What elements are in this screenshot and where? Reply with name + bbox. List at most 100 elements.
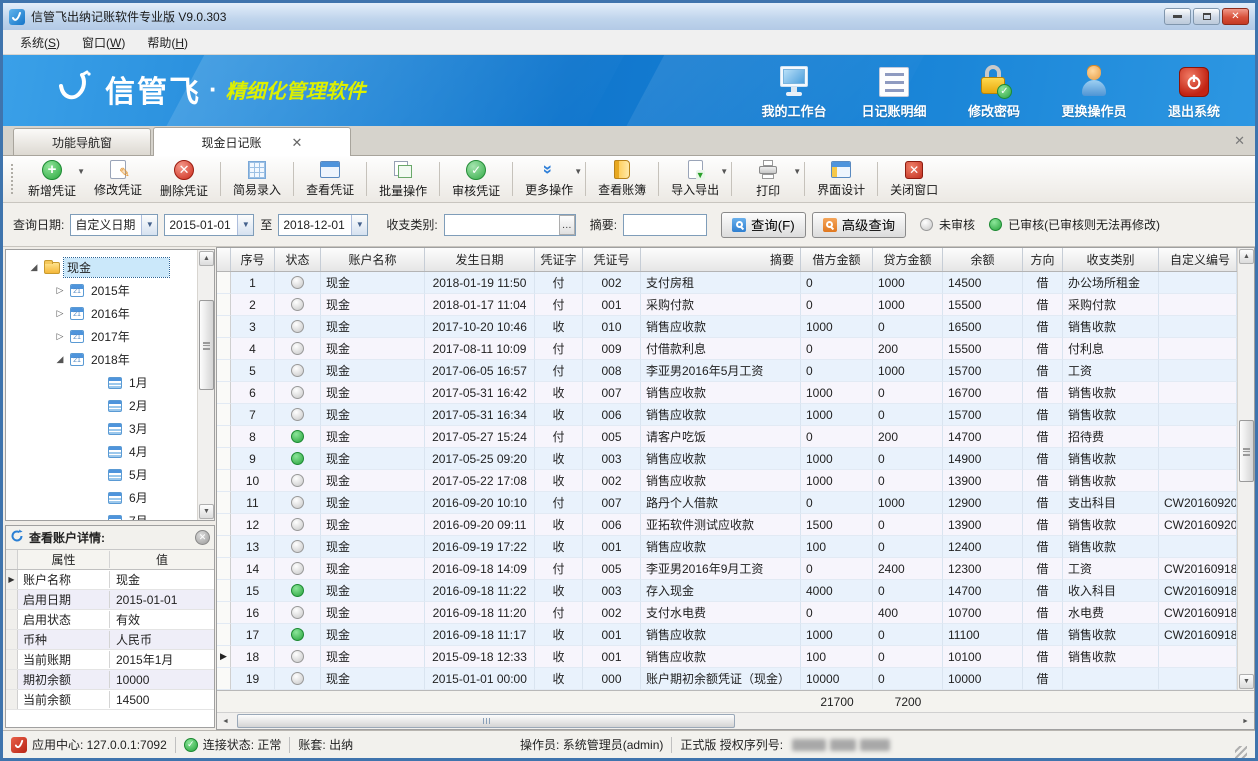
table-row[interactable]: 9现金2017-05-25 09:20收003销售应收款1000014900借销… — [217, 448, 1237, 470]
refresh-icon[interactable] — [10, 529, 24, 546]
table-row[interactable]: 3现金2017-10-20 10:46收010销售应收款1000016500借销… — [217, 316, 1237, 338]
column-header-凭证字[interactable]: 凭证字 — [535, 248, 583, 271]
column-header-发生日期[interactable]: 发生日期 — [425, 248, 535, 271]
detail-row[interactable]: 启用状态有效 — [6, 610, 214, 630]
chevron-down-icon[interactable]: ▼ — [793, 167, 801, 176]
detail-header-value[interactable]: 值 — [110, 551, 214, 568]
column-header-凭证号[interactable]: 凭证号 — [583, 248, 641, 271]
tree-expander-icon[interactable]: ▷ — [54, 308, 66, 319]
table-row[interactable]: 19现金2015-01-01 00:00收000账户期初余额凭证（现金）1000… — [217, 668, 1237, 690]
date-mode-select[interactable]: 自定义日期▼ — [70, 214, 158, 236]
resize-grip[interactable] — [1235, 746, 1247, 758]
tree-expander-icon[interactable]: ◢ — [28, 262, 40, 273]
column-header-借方金额[interactable]: 借方金额 — [801, 248, 873, 271]
detail-row[interactable]: ▶账户名称现金 — [6, 570, 214, 590]
tab-strip-close-icon[interactable]: ✕ — [1234, 133, 1245, 149]
horizontal-scrollbar[interactable]: ◄ ► — [217, 712, 1254, 729]
header-action-change-password[interactable]: ✓修改密码 — [961, 63, 1027, 120]
tab-nav[interactable]: 功能导航窗 — [13, 128, 151, 155]
category-lookup-button[interactable]: … — [559, 215, 575, 235]
column-header-自定义编号[interactable]: 自定义编号 — [1159, 248, 1237, 271]
tree-node-root[interactable]: ◢现金 — [28, 256, 197, 279]
table-scrollbar[interactable]: ▲ ▼ — [1237, 248, 1254, 690]
column-header-收支类别[interactable]: 收支类别 — [1063, 248, 1159, 271]
tree-node-year-2015年[interactable]: ▷2015年 — [54, 279, 197, 302]
toolbar-button-add-voucher[interactable]: +新增凭证▼ — [19, 158, 85, 200]
tree-expander-icon[interactable]: ▷ — [54, 331, 66, 342]
menu-item-system[interactable]: 系统(S) — [11, 31, 69, 54]
menu-item-window[interactable]: 窗口(W) — [73, 31, 134, 54]
detail-row[interactable]: 启用日期2015-01-01 — [6, 590, 214, 610]
tree-node-month-2月[interactable]: 2月 — [92, 394, 197, 417]
horizontal-scrollbar-thumb[interactable] — [237, 714, 735, 728]
table-row[interactable]: 4现金2017-08-11 10:09付009付借款利息020015500借付利… — [217, 338, 1237, 360]
tab-cash-journal[interactable]: 现金日记账✕ — [153, 127, 351, 156]
minimize-button[interactable] — [1164, 8, 1191, 25]
menu-item-help[interactable]: 帮助(H) — [138, 31, 197, 54]
column-header-方向[interactable]: 方向 — [1023, 248, 1063, 271]
detail-header-attr[interactable]: 属性 — [18, 551, 110, 568]
table-row[interactable]: 15现金2016-09-18 11:22收003存入现金4000014700借收… — [217, 580, 1237, 602]
toolbar-button-print[interactable]: 打印▼ — [735, 158, 801, 200]
table-row[interactable]: 10现金2017-05-22 17:08收002销售应收款1000013900借… — [217, 470, 1237, 492]
search-button[interactable]: 查询(F) — [721, 212, 806, 238]
detail-close-icon[interactable]: ✕ — [195, 530, 210, 545]
toolbar-button-view-books[interactable]: 查看账簿 — [589, 158, 655, 200]
chevron-down-icon[interactable]: ▼ — [237, 215, 253, 235]
chevron-down-icon[interactable]: ▼ — [720, 167, 728, 176]
chevron-down-icon[interactable]: ▼ — [77, 167, 85, 176]
tree-node-year-2016年[interactable]: ▷2016年 — [54, 302, 197, 325]
table-row[interactable]: 14现金2016-09-18 14:09付005李亚男2016年9月工资0240… — [217, 558, 1237, 580]
toolbar-button-batch-operate[interactable]: 批量操作 — [370, 158, 436, 200]
scroll-down-icon[interactable]: ▼ — [1239, 674, 1254, 689]
header-action-workbench[interactable]: 我的工作台 — [761, 63, 827, 120]
toolbar-button-edit-voucher[interactable]: 修改凭证 — [85, 158, 151, 200]
tree-node-month-1月[interactable]: 1月 — [92, 371, 197, 394]
table-row[interactable]: 17现金2016-09-18 11:17收001销售应收款1000011100借… — [217, 624, 1237, 646]
detail-row[interactable]: 币种人民币 — [6, 630, 214, 650]
scroll-left-icon[interactable]: ◄ — [218, 714, 233, 728]
tree-node-year-2018年[interactable]: ◢2018年 — [54, 348, 197, 371]
table-row[interactable]: ▶18现金2015-09-18 12:33收001销售应收款100010100借… — [217, 646, 1237, 668]
column-header-序号[interactable]: 序号 — [231, 248, 275, 271]
detail-row[interactable]: 当前账期2015年1月 — [6, 650, 214, 670]
column-header-账户名称[interactable]: 账户名称 — [321, 248, 425, 271]
detail-row[interactable]: 期初余额10000 — [6, 670, 214, 690]
chevron-down-icon[interactable]: ▼ — [574, 167, 582, 176]
header-action-exit-system[interactable]: 退出系统 — [1161, 63, 1227, 120]
scroll-right-icon[interactable]: ► — [1238, 714, 1253, 728]
table-row[interactable]: 2现金2018-01-17 11:04付001采购付款0100015500借采购… — [217, 294, 1237, 316]
toolbar-button-ui-design[interactable]: 界面设计 — [808, 158, 874, 200]
header-action-switch-operator[interactable]: 更换操作员 — [1061, 63, 1127, 120]
date-to-select[interactable]: 2018-12-01▼ — [278, 214, 368, 236]
close-button[interactable]: ✕ — [1222, 8, 1249, 25]
tree-node-year-2017年[interactable]: ▷2017年 — [54, 325, 197, 348]
toolbar-button-import-export[interactable]: 导入导出▼ — [662, 158, 728, 200]
tree-node-month-3月[interactable]: 3月 — [92, 417, 197, 440]
tree-node-month-5月[interactable]: 5月 — [92, 463, 197, 486]
scroll-up-icon[interactable]: ▲ — [1239, 249, 1254, 264]
tab-close-icon[interactable]: ✕ — [292, 136, 303, 149]
tree-node-month-4月[interactable]: 4月 — [92, 440, 197, 463]
maximize-button[interactable] — [1193, 8, 1220, 25]
table-row[interactable]: 13现金2016-09-19 17:22收001销售应收款100012400借销… — [217, 536, 1237, 558]
tree-scrollbar[interactable]: ▲ ▼ — [197, 250, 214, 520]
table-row[interactable]: 6现金2017-05-31 16:42收007销售应收款1000016700借销… — [217, 382, 1237, 404]
toolbar-button-view-voucher[interactable]: 查看凭证 — [297, 158, 363, 200]
toolbar-button-quick-entry[interactable]: 简易录入 — [224, 158, 290, 200]
table-scrollbar-thumb[interactable] — [1239, 420, 1254, 482]
column-header-状态[interactable]: 状态 — [275, 248, 321, 271]
scroll-up-icon[interactable]: ▲ — [199, 251, 214, 266]
table-row[interactable]: 1现金2018-01-19 11:50付002支付房租0100014500借办公… — [217, 272, 1237, 294]
column-header-余额[interactable]: 余额 — [943, 248, 1023, 271]
column-header-摘要[interactable]: 摘要 — [641, 248, 801, 271]
toolbar-button-more-actions[interactable]: »更多操作▼ — [516, 158, 582, 200]
date-from-select[interactable]: 2015-01-01▼ — [164, 214, 254, 236]
summary-input[interactable] — [623, 214, 707, 236]
category-input[interactable] — [444, 214, 576, 236]
advanced-search-button[interactable]: 高级查询 — [812, 212, 906, 238]
toolbar-button-close-window[interactable]: ✕关闭窗口 — [881, 158, 947, 200]
column-header-贷方金额[interactable]: 贷方金额 — [873, 248, 943, 271]
chevron-down-icon[interactable]: ▼ — [351, 215, 367, 235]
table-row[interactable]: 12现金2016-09-20 09:11收006亚拓软件测试应收款1500013… — [217, 514, 1237, 536]
